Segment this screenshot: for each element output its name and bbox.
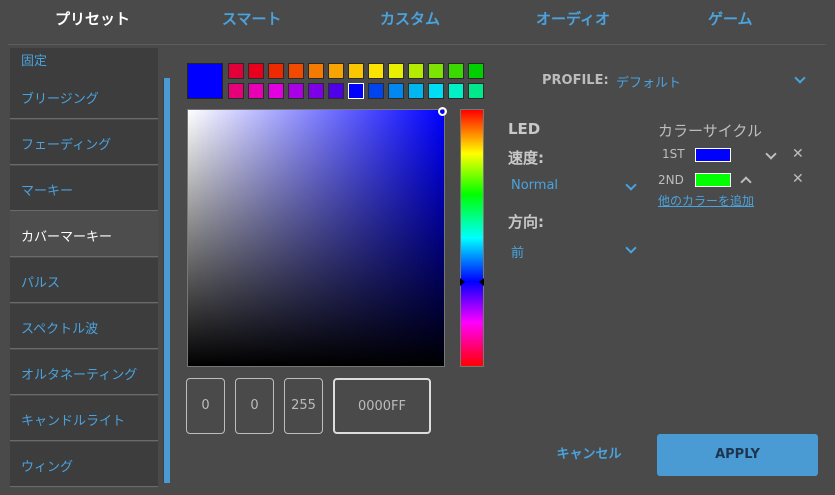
speed-select[interactable]: Normal <box>511 178 558 193</box>
red-input[interactable]: 0 <box>186 378 225 434</box>
color-swatch[interactable] <box>308 63 324 79</box>
color-swatch[interactable] <box>408 83 424 99</box>
color-swatch[interactable] <box>368 83 384 99</box>
add-color-link[interactable]: 他のカラーを追加 <box>658 192 754 209</box>
tab-audio[interactable]: オーディオ <box>536 8 610 29</box>
hue-slider[interactable] <box>460 109 484 367</box>
sidebar-item-wing[interactable]: ウィング <box>10 442 158 487</box>
color-swatch[interactable] <box>328 83 344 99</box>
cycle-1st-label: 1ST <box>662 147 685 161</box>
sidebar-item-alternating[interactable]: オルタネーティング <box>10 350 158 395</box>
sidebar-item-label: スペクトル波 <box>21 322 99 337</box>
tab-game[interactable]: ゲーム <box>708 8 753 29</box>
profile-label: PROFILE: <box>542 73 609 88</box>
color-swatch[interactable] <box>448 83 464 99</box>
apply-button[interactable]: APPLY <box>657 434 818 476</box>
led-heading: LED <box>508 120 541 138</box>
color-swatch[interactable] <box>228 63 244 79</box>
color-swatch[interactable] <box>288 83 304 99</box>
hue-slider-marker-right[interactable] <box>479 278 484 286</box>
green-input[interactable]: 0 <box>235 378 274 434</box>
blue-input[interactable]: 255 <box>284 378 323 434</box>
sidebar-item-label: カバーマーキー <box>21 230 113 245</box>
color-swatch[interactable] <box>248 83 264 99</box>
color-swatch[interactable] <box>448 63 464 79</box>
speed-label: 速度: <box>508 149 544 167</box>
scrollbar-thumb[interactable] <box>164 78 170 483</box>
color-swatch[interactable] <box>268 63 284 79</box>
color-swatch[interactable] <box>348 63 364 79</box>
sidebar-item-breathing[interactable]: ブリージング <box>10 74 158 119</box>
sidebar-item-pulse[interactable]: パルス <box>10 258 158 303</box>
cycle-1st-swatch[interactable] <box>695 148 731 162</box>
sidebar-item-fading[interactable]: フェーディング <box>10 120 158 165</box>
current-color-preview <box>187 63 223 99</box>
tab-smart[interactable]: スマート <box>222 8 282 29</box>
color-swatch[interactable] <box>388 83 404 99</box>
remove-1st-icon[interactable]: ✕ <box>792 146 804 162</box>
top-tab-bar: プリセット スマート カスタム オーディオ ゲーム <box>0 0 835 40</box>
color-swatch[interactable] <box>468 63 484 79</box>
color-swatch[interactable] <box>388 63 404 79</box>
direction-label: 方向: <box>508 213 544 231</box>
sidebar-item-label: 固定 <box>21 54 48 69</box>
direction-select[interactable]: 前 <box>511 242 524 261</box>
saturation-value-picker[interactable] <box>187 109 445 367</box>
color-swatch[interactable] <box>248 63 264 79</box>
color-swatch[interactable] <box>308 83 324 99</box>
color-swatch[interactable] <box>268 83 284 99</box>
tab-custom[interactable]: カスタム <box>380 8 440 29</box>
sidebar-item-label: キャンドルライト <box>21 414 126 429</box>
sidebar-item-cover-marquee[interactable]: カバーマーキー <box>10 212 158 257</box>
sidebar-item-marquee[interactable]: マーキー <box>10 166 158 211</box>
tab-presets[interactable]: プリセット <box>55 8 130 29</box>
sidebar-item-candlelight[interactable]: キャンドルライト <box>10 396 158 441</box>
color-swatch[interactable] <box>408 63 424 79</box>
color-swatch[interactable] <box>428 63 444 79</box>
color-swatch[interactable] <box>468 83 484 99</box>
color-swatch[interactable] <box>428 83 444 99</box>
cycle-2nd-label: 2ND <box>658 173 684 187</box>
sidebar-item-label: パルス <box>21 276 61 291</box>
remove-2nd-icon[interactable]: ✕ <box>792 171 804 187</box>
sidebar-item-label: ウィング <box>21 460 74 475</box>
color-swatch[interactable] <box>288 63 304 79</box>
sidebar-item-label: ブリージング <box>21 92 99 107</box>
effect-list[interactable]: 固定 ブリージング フェーディング マーキー カバーマーキー パルス スペクトル… <box>10 48 158 488</box>
color-swatch[interactable] <box>348 83 364 99</box>
sidebar-item-label: マーキー <box>21 184 74 199</box>
color-swatch[interactable] <box>368 63 384 79</box>
cancel-button[interactable]: キャンセル <box>545 436 633 474</box>
picker-handle[interactable] <box>438 107 447 116</box>
sidebar-item-label: フェーディング <box>21 138 112 153</box>
hue-slider-marker-left[interactable] <box>460 278 465 286</box>
color-swatch[interactable] <box>328 63 344 79</box>
profile-select[interactable]: デフォルト <box>616 72 681 91</box>
hex-input[interactable]: 0000FF <box>333 378 431 434</box>
sidebar-item-label: オルタネーティング <box>21 368 138 383</box>
sidebar-item-spectrum-wave[interactable]: スペクトル波 <box>10 304 158 349</box>
cycle-2nd-swatch[interactable] <box>695 173 731 187</box>
color-swatch[interactable] <box>228 83 244 99</box>
color-cycle-heading: カラーサイクル <box>658 122 762 140</box>
